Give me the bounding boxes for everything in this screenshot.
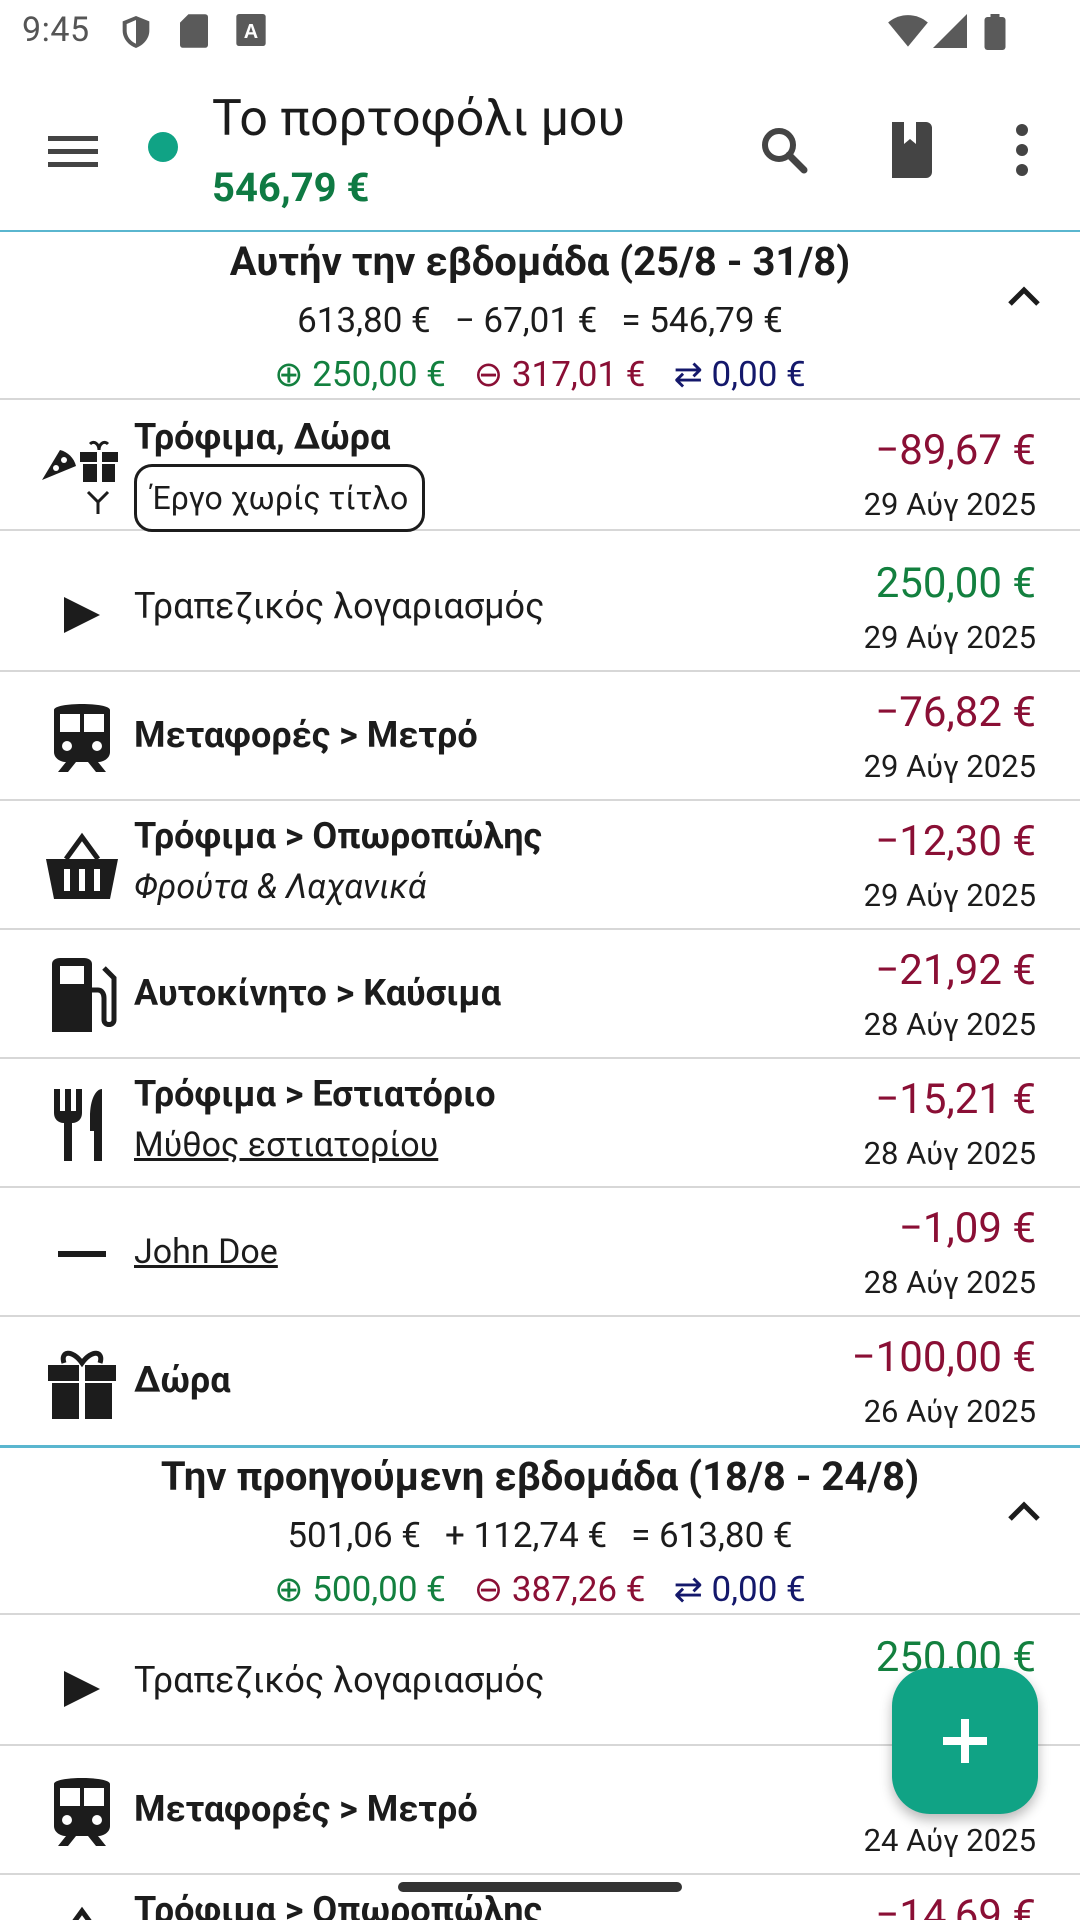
project-chip: Έργο χωρίς τίτλο <box>134 464 426 532</box>
gesture-navigation-bar[interactable] <box>398 1882 682 1892</box>
wifi-icon <box>888 15 928 47</box>
group-expense: ⊖ 317,01 € <box>473 354 646 395</box>
transaction-category: Τρόφιμα > Εστιατόριο <box>134 1073 496 1115</box>
group-income: ⊕ 250,00 € <box>274 354 446 395</box>
group-end-balance: = 613,80 € <box>631 1515 793 1556</box>
svg-text:A: A <box>244 21 258 43</box>
group-start-balance: 613,80 € <box>297 300 431 341</box>
keyboard-a-icon: A <box>236 14 266 46</box>
transaction-category: Μεταφορές > Μετρό <box>134 1788 478 1830</box>
status-bar: 9:45 A <box>0 0 1080 64</box>
transaction-amount: −100,00 € <box>851 1333 1036 1382</box>
group-transfer: ⇄ 0,00 € <box>673 354 806 395</box>
restaurant-icon <box>54 1089 102 1161</box>
transaction-date: 29 Αύγ 2025 <box>863 486 1036 523</box>
train-icon <box>54 1778 110 1846</box>
transaction-date: 29 Αύγ 2025 <box>863 619 1036 656</box>
group-start-balance: 501,06 € <box>287 1515 421 1556</box>
week-group-header[interactable]: Την προηγούμενη εβδομάδα (18/8 - 24/8) 5… <box>0 1449 1080 1615</box>
transaction-row[interactable]: Τρόφιμα > Οπωροπώλης Φρούτα & Λαχανικά −… <box>0 801 1080 930</box>
cell-signal-icon <box>933 14 967 48</box>
transaction-amount: −76,82 € <box>875 688 1036 737</box>
search-icon[interactable] <box>748 114 820 186</box>
transaction-date: 24 Αύγ 2025 <box>863 1822 1036 1859</box>
transaction-payee: Μύθος εστιατορίου <box>134 1125 439 1165</box>
battery-icon <box>984 14 1006 50</box>
transaction-amount: −89,67 € <box>875 426 1036 475</box>
group-stats: ⊕ 500,00 € ⊖ 387,26 € ⇄ 0,00 € <box>0 1569 1080 1610</box>
transaction-amount: −1,09 € <box>898 1204 1036 1253</box>
app-bar: Το πορτοφόλι μου 546,79 € <box>0 64 1080 232</box>
bookmark-book-icon[interactable] <box>876 114 948 186</box>
group-change: − 67,01 € <box>454 300 598 341</box>
add-transaction-button[interactable] <box>892 1668 1038 1814</box>
transaction-date: 28 Αύγ 2025 <box>863 1135 1036 1172</box>
sd-card-icon <box>180 14 208 48</box>
wallet-name[interactable]: Το πορτοφόλι μου <box>212 90 625 148</box>
group-end-balance: = 546,79 € <box>621 300 783 341</box>
train-icon <box>54 704 110 772</box>
wallet-balance: 546,79 € <box>212 164 370 211</box>
group-stats: ⊕ 250,00 € ⊖ 317,01 € ⇄ 0,00 € <box>0 354 1080 395</box>
shield-icon <box>122 16 150 48</box>
transaction-category: Τραπεζικός λογαριασμός <box>134 1659 545 1701</box>
transaction-amount: −15,21 € <box>875 1075 1036 1124</box>
pizza-gift-split-icon <box>42 440 118 514</box>
status-time: 9:45 <box>22 10 90 50</box>
play-arrow-icon <box>64 1671 100 1707</box>
transaction-row[interactable]: Δώρα −100,00 € 26 Αύγ 2025 <box>0 1317 1080 1445</box>
wallet-color-dot <box>148 132 178 162</box>
transaction-amount: −14,69 € <box>875 1891 1036 1920</box>
basket-icon <box>46 832 118 899</box>
transaction-category: Τρόφιμα, Δώρα <box>134 416 391 458</box>
transaction-category: Μεταφορές > Μετρό <box>134 714 478 756</box>
transaction-date: 29 Αύγ 2025 <box>863 748 1036 785</box>
transaction-row[interactable]: Αυτοκίνητο > Καύσιμα −21,92 € 28 Αύγ 202… <box>0 930 1080 1059</box>
section-divider <box>0 1445 1080 1448</box>
group-change: + 112,74 € <box>444 1515 608 1556</box>
transaction-row[interactable]: Μεταφορές > Μετρό −76,82 € 29 Αύγ 2025 <box>0 672 1080 801</box>
group-transfer: ⇄ 0,00 € <box>673 1569 806 1610</box>
menu-icon[interactable] <box>36 116 108 188</box>
group-title: Την προηγούμενη εβδομάδα (18/8 - 24/8) <box>160 1453 920 1500</box>
week-group-header[interactable]: Αυτήν την εβδομάδα (25/8 - 31/8) 613,80 … <box>0 234 1080 400</box>
basket-icon <box>72 1906 92 1920</box>
chevron-up-icon[interactable] <box>996 1483 1052 1539</box>
transaction-row[interactable]: Τρόφιμα > Εστιατόριο Μύθος εστιατορίου −… <box>0 1059 1080 1188</box>
transaction-category: Τρόφιμα > Οπωροπώλης <box>134 815 543 857</box>
transaction-payee: John Doe <box>134 1232 278 1272</box>
group-flow: 613,80 € − 67,01 € = 546,79 € <box>0 300 1080 341</box>
group-income: ⊕ 500,00 € <box>274 1569 446 1610</box>
transaction-note: Φρούτα & Λαχανικά <box>134 867 427 907</box>
play-arrow-icon <box>64 597 100 633</box>
minus-icon <box>58 1251 106 1257</box>
transaction-category: Τρόφιμα > Οπωροπώλης <box>134 1889 543 1920</box>
transaction-category: Τραπεζικός λογαριασμός <box>134 585 545 627</box>
gift-icon <box>48 1350 116 1419</box>
transaction-date: 28 Αύγ 2025 <box>863 1006 1036 1043</box>
transaction-row[interactable]: John Doe −1,09 € 28 Αύγ 2025 <box>0 1188 1080 1317</box>
group-title: Αυτήν την εβδομάδα (25/8 - 31/8) <box>229 238 851 285</box>
transaction-date: 26 Αύγ 2025 <box>863 1393 1036 1430</box>
group-expense: ⊖ 387,26 € <box>473 1569 646 1610</box>
chevron-up-icon[interactable] <box>996 268 1052 324</box>
transaction-row[interactable]: Τρόφιμα, Δώρα Έργο χωρίς τίτλο −89,67 € … <box>0 402 1080 532</box>
transaction-amount: −12,30 € <box>875 817 1036 866</box>
more-vert-icon[interactable] <box>986 114 1058 186</box>
group-flow: 501,06 € + 112,74 € = 613,80 € <box>0 1515 1080 1556</box>
gas-station-icon <box>52 958 117 1032</box>
plus-icon <box>943 1719 987 1763</box>
transaction-amount: −21,92 € <box>875 946 1036 995</box>
transaction-row[interactable]: Τραπεζικός λογαριασμός 250,00 € 29 Αύγ 2… <box>0 543 1080 672</box>
transaction-date: 28 Αύγ 2025 <box>863 1264 1036 1301</box>
transaction-amount: 250,00 € <box>875 559 1036 608</box>
transaction-category: Δώρα <box>134 1359 231 1401</box>
transaction-category: Αυτοκίνητο > Καύσιμα <box>134 972 501 1014</box>
transaction-date: 29 Αύγ 2025 <box>863 877 1036 914</box>
